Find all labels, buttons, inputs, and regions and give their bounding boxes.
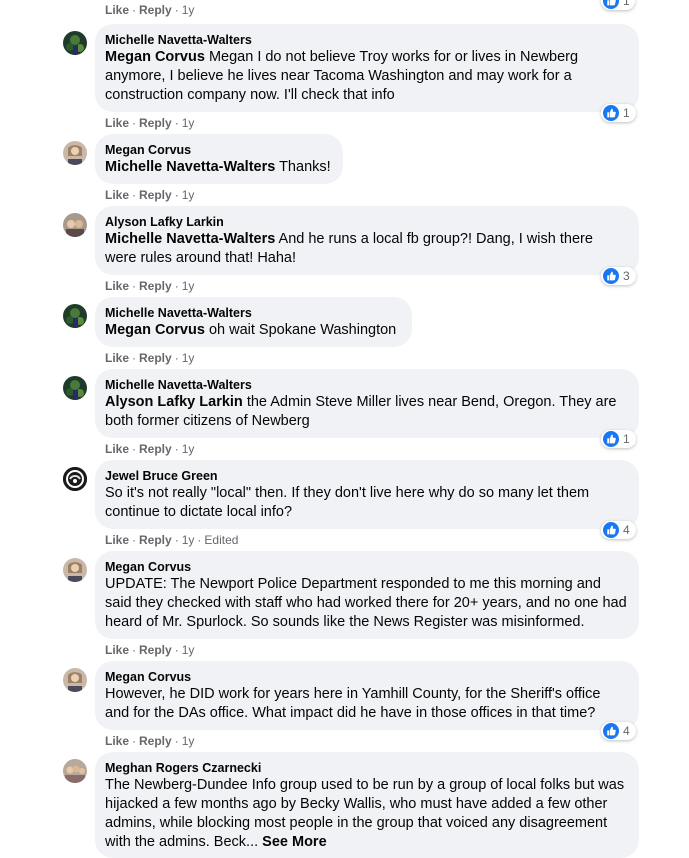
reply-link[interactable]: Reply (139, 279, 172, 293)
avatar[interactable] (63, 304, 87, 328)
comment-author[interactable]: Michelle Navetta-Walters (105, 305, 400, 321)
mention-link[interactable]: Michelle Navetta-Walters (105, 231, 275, 247)
like-link[interactable]: Like (105, 351, 129, 365)
timestamp[interactable]: 1y (182, 442, 195, 456)
comment-actions: Like · Reply · 1y (105, 188, 195, 202)
thumbs-up-icon (603, 431, 619, 447)
thumbs-up-icon (603, 105, 619, 121)
comment-text: However, he DID work for years here in Y… (105, 686, 601, 721)
see-more-link[interactable]: See More (262, 834, 326, 850)
avatar[interactable] (63, 141, 87, 165)
like-link[interactable]: Like (105, 279, 129, 293)
comment-actions: Like · Reply · 1y (105, 643, 195, 657)
reaction-count: 1 (623, 0, 630, 8)
like-link[interactable]: Like (105, 533, 129, 547)
reaction-count-pill[interactable]: 1 (601, 104, 636, 122)
reply-link[interactable]: Reply (139, 734, 172, 748)
comment-text: Megan Corvus oh wait Spokane Washington (105, 322, 397, 338)
reaction-count-pill[interactable]: 1 (601, 430, 636, 448)
comment-author[interactable]: Michelle Navetta-Walters (105, 377, 627, 393)
reaction-count: 4 (623, 724, 630, 738)
reaction-count-pill[interactable]: 3 (601, 267, 636, 285)
comment-bubble: Meghan Rogers Czarnecki The Newberg-Dund… (95, 752, 639, 858)
avatar[interactable] (63, 376, 87, 400)
comment-bubble: Michelle Navetta-Walters Megan Corvus oh… (95, 297, 412, 347)
comment-actions: Like · Reply · 1y · Edited (105, 533, 239, 547)
comment-text: Megan Corvus Megan I do not believe Troy… (105, 49, 579, 103)
comment-author[interactable]: Michelle Navetta-Walters (105, 32, 627, 48)
avatar[interactable] (63, 31, 87, 55)
avatar[interactable] (63, 213, 87, 237)
comment-text: UPDATE: The Newport Police Department re… (105, 576, 627, 630)
timestamp[interactable]: 1y (182, 279, 195, 293)
comment-text: Michelle Navetta-Walters Thanks! (105, 159, 331, 175)
reply-link[interactable]: Reply (139, 643, 172, 657)
reply-link[interactable]: Reply (139, 188, 172, 202)
like-link[interactable]: Like (105, 442, 129, 456)
comment-actions-top: Like · Reply · 1y (105, 3, 195, 17)
comment-text: The Newberg-Dundee Info group used to be… (105, 777, 625, 850)
mention-link[interactable]: Michelle Navetta-Walters (105, 159, 275, 175)
mention-link[interactable]: Megan Corvus (105, 49, 205, 65)
comment-author[interactable]: Jewel Bruce Green (105, 468, 627, 484)
reaction-count-pill[interactable]: 4 (601, 521, 636, 539)
comment-author[interactable]: Alyson Lafky Larkin (105, 214, 627, 230)
comment-text: So it's not really "local" then. If they… (105, 485, 590, 520)
thumbs-up-icon (603, 268, 619, 284)
like-link[interactable]: Like (105, 643, 129, 657)
mention-link[interactable]: Megan Corvus (105, 322, 205, 338)
comment-author[interactable]: Megan Corvus (105, 142, 331, 158)
like-link[interactable]: Like (105, 116, 129, 130)
avatar[interactable] (63, 467, 87, 491)
timestamp[interactable]: 1y (182, 734, 195, 748)
timestamp[interactable]: 1y (182, 533, 195, 547)
comment-bubble: Michelle Navetta-Walters Alyson Lafky La… (95, 369, 639, 438)
edited-label[interactable]: Edited (204, 533, 238, 547)
reaction-count: 4 (623, 523, 630, 537)
comment-actions: Like · Reply · 1y (105, 116, 195, 130)
comment-actions: Like · Reply · 1y (105, 351, 195, 365)
comment-author[interactable]: Megan Corvus (105, 669, 627, 685)
avatar[interactable] (63, 759, 87, 783)
comment-text: Michelle Navetta-Walters And he runs a l… (105, 231, 593, 266)
comment-author[interactable]: Meghan Rogers Czarnecki (105, 760, 627, 776)
like-link[interactable]: Like (105, 3, 129, 17)
reply-link[interactable]: Reply (139, 351, 172, 365)
thumbs-up-icon (603, 522, 619, 538)
comment-text: Alyson Lafky Larkin the Admin Steve Mill… (105, 394, 617, 429)
timestamp[interactable]: 1y (182, 188, 195, 202)
comment-actions: Like · Reply · 1y (105, 279, 195, 293)
timestamp[interactable]: 1y (182, 3, 195, 17)
reaction-count: 1 (623, 432, 630, 446)
comment-bubble: Alyson Lafky Larkin Michelle Navetta-Wal… (95, 206, 639, 275)
reply-link[interactable]: Reply (139, 442, 172, 456)
comment-bubble: Megan Corvus However, he DID work for ye… (95, 661, 639, 730)
reply-link[interactable]: Reply (139, 533, 172, 547)
reaction-count: 3 (623, 269, 630, 283)
mention-link[interactable]: Alyson Lafky Larkin (105, 394, 243, 410)
like-link[interactable]: Like (105, 734, 129, 748)
reaction-count: 1 (623, 106, 630, 120)
avatar[interactable] (63, 558, 87, 582)
comment-bubble: Megan Corvus Michelle Navetta-Walters Th… (95, 134, 343, 184)
comment-actions: Like · Reply · 1y (105, 442, 195, 456)
comment-bubble: Jewel Bruce Green So it's not really "lo… (95, 460, 639, 529)
comment-bubble: Megan Corvus UPDATE: The Newport Police … (95, 551, 639, 639)
thumbs-up-icon (603, 723, 619, 739)
reaction-count-pill[interactable]: 1 (601, 0, 635, 10)
reaction-count-pill[interactable]: 4 (601, 722, 636, 740)
comment-author[interactable]: Megan Corvus (105, 559, 627, 575)
thumbs-up-icon (603, 0, 619, 9)
like-link[interactable]: Like (105, 188, 129, 202)
comment-actions: Like · Reply · 1y (105, 734, 195, 748)
timestamp[interactable]: 1y (182, 116, 195, 130)
timestamp[interactable]: 1y (182, 643, 195, 657)
reply-link[interactable]: Reply (139, 3, 172, 17)
reply-link[interactable]: Reply (139, 116, 172, 130)
timestamp[interactable]: 1y (182, 351, 195, 365)
comment-bubble: Michelle Navetta-Walters Megan Corvus Me… (95, 24, 639, 112)
avatar[interactable] (63, 668, 87, 692)
